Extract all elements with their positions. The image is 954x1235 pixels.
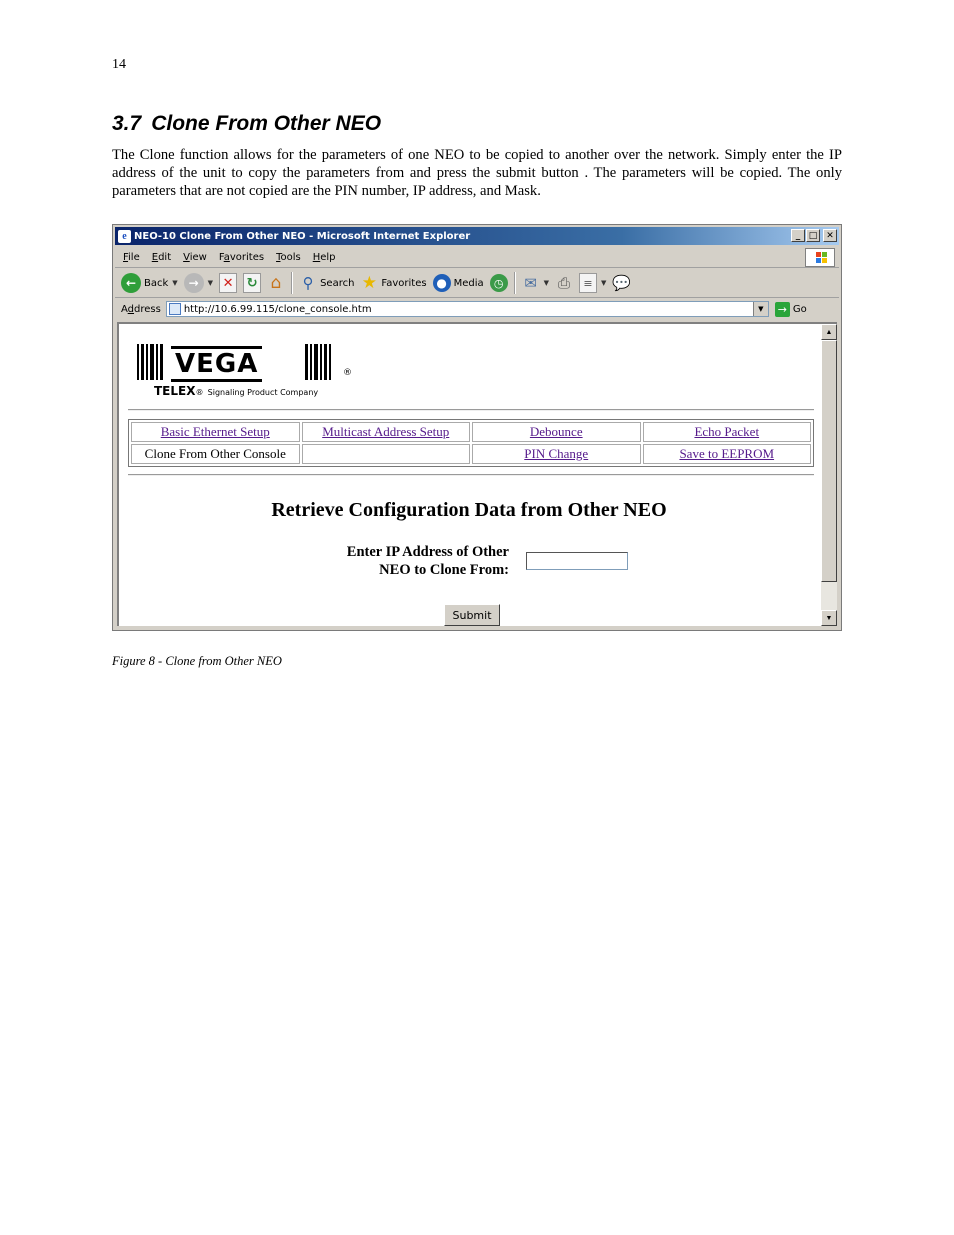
forward-dropdown-icon[interactable]: ▼ <box>208 279 213 287</box>
nav-cell: Multicast Address Setup <box>301 422 470 442</box>
ip-address-input[interactable] <box>526 552 628 570</box>
retrieve-heading: Retrieve Configuration Data from Other N… <box>271 499 667 521</box>
edit-button[interactable]: ≡ ▼ <box>579 273 606 293</box>
nav-link-debounce[interactable]: Debounce <box>530 424 583 439</box>
edit-page-icon: ≡ <box>579 273 598 293</box>
refresh-button[interactable]: ↻ <box>243 273 262 293</box>
discuss-button[interactable]: 💬 <box>612 273 631 293</box>
favorites-button[interactable]: ★ Favorites <box>360 273 427 293</box>
window-controls: _ □ ✕ <box>791 229 837 242</box>
back-button[interactable]: ← Back ▼ <box>121 273 178 293</box>
page-number: 14 <box>112 57 126 72</box>
section-title: Clone From Other NEO <box>151 112 382 135</box>
stop-icon: ✕ <box>219 273 238 293</box>
logo-word: VEGA <box>171 346 263 382</box>
go-button[interactable]: → Go <box>774 301 807 317</box>
nav-link-pin-change[interactable]: PIN Change <box>524 446 588 461</box>
menu-tools[interactable]: Tools <box>276 252 301 263</box>
ie-icon: e <box>118 229 131 243</box>
vega-telex-logo: VEGA ® TELEX® Signaling Product Company <box>137 344 357 399</box>
home-button[interactable]: ⌂ <box>267 273 285 293</box>
menu-view[interactable]: View <box>183 252 207 263</box>
nav-cell: Debounce <box>472 422 641 442</box>
media-button[interactable]: ● Media <box>432 274 484 292</box>
print-button[interactable]: ⎙ <box>555 273 573 293</box>
maximize-button[interactable]: □ <box>806 229 820 242</box>
forward-button[interactable]: → ▼ <box>183 273 213 293</box>
nav-row: Clone From Other Console PIN Change Save… <box>131 444 811 464</box>
back-arrow-icon: ← <box>121 273 141 293</box>
home-icon: ⌂ <box>270 273 282 293</box>
browser-window: e NEO-10 Clone From Other NEO - Microsof… <box>112 224 842 631</box>
section-paragraph: The Clone function allows for the parame… <box>112 147 842 199</box>
title-bar: e NEO-10 Clone From Other NEO - Microsof… <box>115 227 839 245</box>
stop-button[interactable]: ✕ <box>219 273 238 293</box>
nav-row: Basic Ethernet Setup Multicast Address S… <box>131 422 811 442</box>
history-icon: ◷ <box>489 274 508 292</box>
divider <box>128 474 814 476</box>
nav-cell-current: Clone From Other Console <box>131 444 300 464</box>
section-heading: 3.7 Clone From Other NEO <box>112 112 381 136</box>
toolbar-separator <box>291 272 294 294</box>
nav-link-multicast-address-setup[interactable]: Multicast Address Setup <box>322 424 449 439</box>
print-icon: ⎙ <box>558 274 571 292</box>
address-label: Address <box>121 303 161 315</box>
page-viewport: VEGA ® TELEX® Signaling Product Company … <box>117 322 837 626</box>
star-icon: ★ <box>361 273 378 293</box>
menu-edit[interactable]: Edit <box>152 252 171 263</box>
mail-icon: ✉ <box>524 274 537 292</box>
vertical-scrollbar[interactable]: ▲ ▼ <box>821 324 837 626</box>
scroll-down-icon[interactable]: ▼ <box>821 610 837 626</box>
search-icon: ⚲ <box>302 274 314 292</box>
media-icon: ● <box>432 274 451 292</box>
menu-help[interactable]: Help <box>313 252 336 263</box>
nav-link-save-to-eeprom[interactable]: Save to EEPROM <box>679 446 774 461</box>
toolbar: ← Back ▼ → ▼ ✕ ↻ ⌂ ⚲ Search ★ Favorites … <box>115 269 839 298</box>
nav-cell-empty <box>301 444 470 464</box>
back-dropdown-icon[interactable]: ▼ <box>172 279 177 287</box>
close-button[interactable]: ✕ <box>823 229 837 242</box>
address-input[interactable]: http://10.6.99.115/clone_console.htm ▼ <box>165 301 769 317</box>
address-bar: Address http://10.6.99.115/clone_console… <box>115 299 839 319</box>
logo-telex: TELEX® Signaling Product Company <box>154 384 319 398</box>
history-button[interactable]: ◷ <box>489 274 508 292</box>
submit-button[interactable]: Submit <box>444 604 500 626</box>
window-title: NEO-10 Clone From Other NEO - Microsoft … <box>134 230 471 242</box>
section-number: 3.7 <box>112 112 142 135</box>
divider <box>128 409 814 411</box>
address-url: http://10.6.99.115/clone_console.htm <box>183 303 372 315</box>
menu-favorites[interactable]: Favorites <box>219 252 264 263</box>
figure-caption: Figure 8 - Clone from Other NEO <box>112 654 282 668</box>
refresh-icon: ↻ <box>243 273 262 293</box>
scroll-up-icon[interactable]: ▲ <box>821 324 837 340</box>
nav-cell: Save to EEPROM <box>642 444 811 464</box>
scroll-thumb[interactable] <box>821 340 837 582</box>
discuss-icon: 💬 <box>612 274 631 292</box>
nav-cell: PIN Change <box>472 444 641 464</box>
mail-dropdown-icon[interactable]: ▼ <box>544 279 549 287</box>
mail-button[interactable]: ✉ ▼ <box>522 273 549 293</box>
nav-link-echo-packet[interactable]: Echo Packet <box>694 424 759 439</box>
forward-arrow-icon: → <box>183 273 204 293</box>
address-dropdown-icon[interactable]: ▼ <box>752 302 768 316</box>
ip-address-label: Enter IP Address of Other NEO to Clone F… <box>346 544 509 578</box>
minimize-button[interactable]: _ <box>791 229 805 242</box>
nav-cell: Basic Ethernet Setup <box>131 422 300 442</box>
logo-registered: ® <box>343 368 352 378</box>
nav-link-basic-ethernet-setup[interactable]: Basic Ethernet Setup <box>161 424 270 439</box>
search-button[interactable]: ⚲ Search <box>299 273 355 293</box>
page-icon <box>168 303 181 315</box>
windows-logo-icon <box>805 248 835 267</box>
menu-bar: File Edit View Favorites Tools Help <box>115 247 839 268</box>
edit-dropdown-icon[interactable]: ▼ <box>601 279 606 287</box>
nav-cell: Echo Packet <box>642 422 811 442</box>
nav-table: Basic Ethernet Setup Multicast Address S… <box>128 419 814 467</box>
go-arrow-icon: → <box>774 301 790 317</box>
toolbar-separator <box>513 272 516 294</box>
menu-file[interactable]: File <box>123 252 140 263</box>
